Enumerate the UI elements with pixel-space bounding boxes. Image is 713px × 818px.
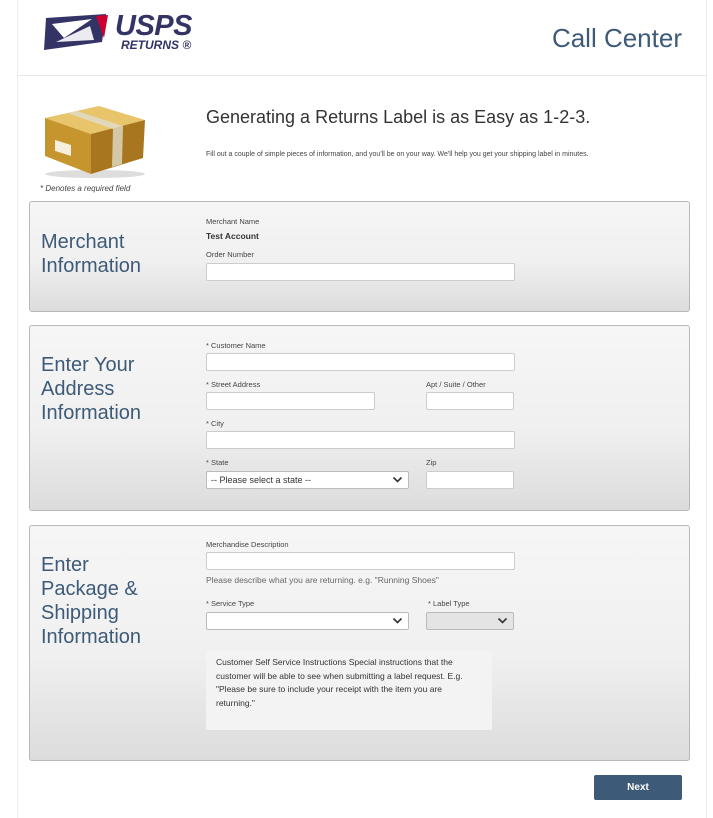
customer-name-input[interactable] [206, 353, 515, 371]
merchant-name-value: Test Account [206, 231, 259, 241]
merchandise-description-hint: Please describe what you are returning. … [206, 575, 439, 585]
state-selected-value: -- Please select a state -- [211, 475, 312, 485]
logo-text-returns: RETURNS ® [121, 38, 192, 52]
chevron-down-icon [392, 476, 403, 483]
apt-suite-label: Apt / Suite / Other [426, 380, 486, 389]
city-input[interactable] [206, 431, 515, 449]
package-section: Enter Package & Shipping Information Mer… [29, 525, 690, 761]
state-label: * State [206, 458, 229, 467]
page-container: USPS RETURNS ® Call Center * Denotes a r… [17, 0, 707, 818]
order-number-input[interactable] [206, 263, 515, 281]
merchant-section-title: Merchant Information [41, 230, 141, 278]
label-type-select[interactable] [426, 612, 514, 630]
section-title-line: Enter Your [41, 354, 135, 376]
state-select[interactable]: -- Please select a state -- [206, 471, 409, 489]
order-number-label: Order Number [206, 250, 254, 259]
section-title-line: Address [41, 378, 115, 400]
section-title-line: Information [41, 626, 142, 648]
page-title: Call Center [551, 23, 682, 53]
section-title-line: Information [41, 255, 142, 277]
section-title-line: Enter [41, 554, 89, 576]
merchandise-description-label: Merchandise Description [206, 540, 289, 549]
label-type-label: * Label Type [428, 599, 470, 608]
chevron-down-icon [497, 617, 508, 624]
zip-input[interactable] [426, 471, 514, 489]
merchant-section: Merchant Information Merchant Name Test … [29, 201, 690, 312]
street-address-label: * Street Address [206, 380, 261, 389]
required-field-note: * Denotes a required field [40, 184, 131, 193]
street-address-input[interactable] [206, 392, 375, 410]
address-section: Enter Your Address Information * Custome… [29, 325, 690, 511]
header: USPS RETURNS ® Call Center [18, 0, 706, 76]
intro-subtext: Fill out a couple of simple pieces of in… [206, 151, 589, 158]
next-button[interactable]: Next [594, 775, 682, 800]
eagle-icon [44, 14, 108, 50]
self-service-instructions: Customer Self Service Instructions Speci… [206, 651, 492, 731]
section-title-line: Merchant [41, 231, 125, 253]
apt-suite-input[interactable] [426, 392, 514, 410]
zip-label: Zip [426, 458, 437, 467]
customer-name-label: * Customer Name [206, 341, 266, 350]
service-type-select[interactable] [206, 612, 409, 630]
section-title-line: Information [41, 402, 142, 424]
address-section-title: Enter Your Address Information [41, 353, 141, 425]
merchandise-description-input[interactable] [206, 552, 515, 570]
section-title-line: Shipping [41, 602, 119, 624]
package-section-title: Enter Package & Shipping Information [41, 553, 141, 649]
intro-headline: Generating a Returns Label is as Easy as… [206, 107, 591, 127]
merchant-name-label: Merchant Name [206, 217, 260, 226]
city-label: * City [206, 419, 224, 428]
section-title-line: Package & [41, 578, 138, 600]
usps-returns-logo: USPS RETURNS ® [42, 10, 192, 58]
chevron-down-icon [392, 617, 403, 624]
package-box-icon [45, 106, 145, 178]
service-type-label: * Service Type [206, 599, 255, 608]
